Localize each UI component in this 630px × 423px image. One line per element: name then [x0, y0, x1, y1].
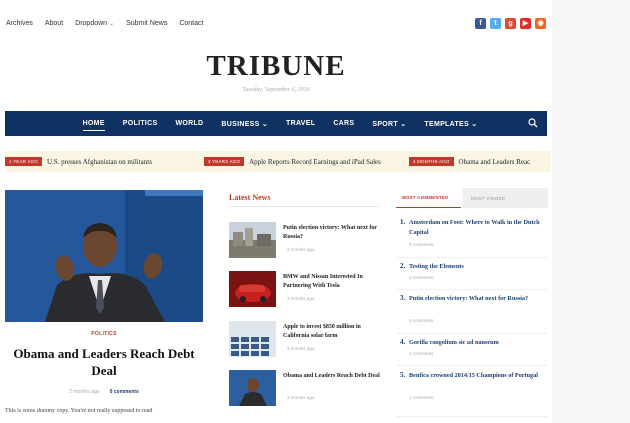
nav-item-world[interactable]: WORLD [175, 120, 203, 128]
top-nav: Archives About Dropdown ⌄ Submit News Con… [6, 20, 215, 27]
page: Archives About Dropdown ⌄ Submit News Con… [0, 0, 552, 423]
news-title[interactable]: Putin election victory: What next for Ru… [283, 224, 383, 242]
chevron-down-icon: ⌄ [400, 120, 407, 128]
googleplus-icon[interactable]: g [505, 17, 516, 29]
ticker-text: Apple Reports Record Earnings and iPad S… [249, 157, 381, 166]
divider [396, 289, 548, 290]
top-bar: Archives About Dropdown ⌄ Submit News Con… [6, 14, 546, 32]
ticker-item[interactable]: 2 YEARS AGO Apple Reports Record Earning… [203, 157, 381, 166]
top-link-submit-news[interactable]: Submit News [126, 20, 167, 27]
rank-title[interactable]: Gorilla congolium sic ad nauseum [409, 338, 547, 348]
featured-photo [5, 190, 203, 322]
rank-number: 5. [400, 371, 406, 379]
ticker-text: U.S. presses Afghanistan on militants [46, 157, 152, 166]
news-title[interactable]: BMW and Nissan Interested In Partnering … [283, 273, 383, 291]
featured-headline[interactable]: Obama and Leaders Reach Debt Deal [5, 345, 203, 379]
rss-icon[interactable]: ◉ [535, 17, 546, 29]
rank-comments: 1 comments [409, 395, 434, 400]
facebook-icon[interactable]: f [475, 17, 486, 29]
comments-link[interactable]: 0 comments [110, 389, 139, 395]
featured-image[interactable] [5, 190, 203, 322]
main-nav: HOME POLITICS WORLD BUSINESS ⌄ TRAVEL CA… [5, 111, 547, 136]
list-item[interactable]: BMW and Nissan Interested In Partnering … [229, 271, 384, 311]
rank-title[interactable]: Amsterdam on Foot: Where to Walk in the … [409, 218, 547, 238]
list-item[interactable]: Putin election victory: What next for Ru… [229, 222, 384, 262]
nav-item-travel[interactable]: TRAVEL [286, 120, 315, 128]
sidebar-tabs: MOST COMMENTED MOST VIEWED [396, 188, 548, 208]
rank-comments: 3 comments [409, 351, 434, 356]
top-link-dropdown[interactable]: Dropdown ⌄ [75, 20, 114, 27]
article-meta: 2 months ago 0 comments [5, 389, 203, 395]
divider [229, 206, 379, 207]
rank-number: 1. [400, 218, 406, 226]
rank-title[interactable]: Testing the Elements [409, 262, 547, 272]
news-title[interactable]: Apple to invest $850 million in Californ… [283, 323, 383, 341]
ticker-item[interactable]: 1 YEAR AGO U.S. presses Afghanistan on m… [5, 157, 152, 166]
article-date: 2 months ago [69, 389, 100, 395]
list-item[interactable]: Apple to invest $850 million in Californ… [229, 321, 384, 361]
ticker-badge: 1 YEAR AGO [5, 157, 42, 166]
nav-item-home[interactable]: HOME [82, 120, 105, 131]
chevron-down-icon: ⌄ [471, 120, 478, 128]
news-thumbnail[interactable] [229, 321, 276, 357]
page-gutter [552, 0, 630, 423]
masthead-date: Tuesday, September 6, 2016 [242, 87, 310, 93]
news-thumbnail[interactable] [229, 370, 276, 406]
rank-number: 4. [400, 338, 406, 346]
divider [396, 257, 548, 258]
social-links: f t g ▶ ◉ [475, 17, 546, 29]
nav-item-politics[interactable]: POLITICS [123, 120, 158, 128]
chevron-down-icon: ⌄ [261, 120, 269, 128]
rank-number: 2. [400, 262, 406, 270]
nav-item-cars[interactable]: CARS [333, 120, 354, 128]
tab-most-commented[interactable]: MOST COMMENTED [396, 188, 461, 208]
rank-number: 3. [400, 294, 406, 302]
top-link-about[interactable]: About [45, 20, 63, 27]
rank-comments: 0 comments [409, 318, 434, 323]
ticker-text: Obama and Leaders Reac [458, 157, 531, 166]
tab-most-viewed[interactable]: MOST VIEWED [463, 188, 548, 208]
youtube-icon[interactable]: ▶ [520, 17, 531, 29]
top-link-contact[interactable]: Contact [179, 20, 203, 27]
ticker-badge: 2 YEARS AGO [203, 157, 245, 166]
divider [396, 333, 548, 334]
nav-item-business[interactable]: BUSINESS ⌄ [221, 120, 268, 128]
latest-news-heading: Latest News [229, 193, 271, 202]
chevron-down-icon: ⌄ [109, 20, 115, 27]
rank-title[interactable]: Benfica crowned 2014/15 Champions of Por… [409, 371, 547, 381]
top-link-archives[interactable]: Archives [6, 20, 33, 27]
rank-comments: 0 comments [409, 242, 434, 247]
news-thumbnail[interactable] [229, 271, 276, 307]
site-logo[interactable]: TRIBUNE [0, 50, 552, 83]
news-thumbnail[interactable] [229, 222, 276, 258]
news-ticker: 1 YEAR AGO U.S. presses Afghanistan on m… [5, 151, 550, 172]
news-title[interactable]: Obama and Leaders Reach Debt Deal [283, 372, 383, 381]
news-date: 3 months ago [287, 346, 315, 351]
twitter-icon[interactable]: t [490, 17, 501, 29]
article-excerpt: This is some dummy copy. You're not real… [5, 408, 153, 414]
ticker-badge: 4 MONTHS AGO [408, 157, 454, 166]
rank-title[interactable]: Putin election victory: What next for Ru… [409, 294, 547, 304]
rank-comments: 3 comments [409, 275, 434, 280]
search-icon[interactable] [528, 118, 538, 128]
divider [396, 365, 548, 366]
article-category[interactable]: POLITICS [5, 331, 203, 337]
list-item[interactable]: Obama and Leaders Reach Debt Deal 3 mont… [229, 370, 384, 410]
nav-item-sport[interactable]: SPORT ⌄ [372, 120, 406, 128]
news-date: 3 months ago [287, 296, 315, 301]
news-date: 3 months ago [287, 395, 315, 400]
divider [396, 416, 548, 417]
ticker-item[interactable]: 4 MONTHS AGO Obama and Leaders Reac [408, 157, 531, 166]
news-date: 3 months ago [287, 247, 315, 252]
nav-item-templates[interactable]: TEMPLATES ⌄ [424, 120, 477, 128]
